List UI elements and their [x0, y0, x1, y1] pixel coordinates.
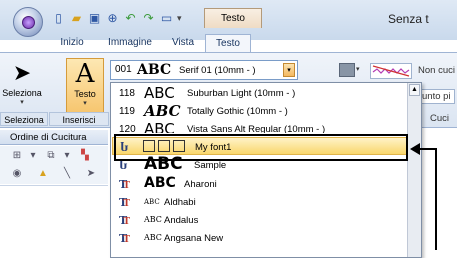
save-icon[interactable]: ▣ — [87, 11, 102, 26]
scroll-up-icon[interactable]: ▲ — [409, 84, 420, 96]
tab-label: Inizio — [60, 37, 84, 48]
color-icon[interactable]: ▚ — [78, 150, 92, 162]
font-select[interactable]: 001 ABC Serif 01 (10mm - ) ▾ — [110, 60, 298, 80]
font-sample: ABC — [144, 102, 181, 120]
font-number: 120 — [119, 124, 136, 133]
quick-access-toolbar: ▯ ▰ ▣ ⊕ ↶ ↷ ▭ ▾ — [51, 10, 183, 27]
font-sample: ABC — [137, 62, 172, 78]
list-item[interactable]: TT ABC Andalus — [112, 211, 407, 228]
group-label-inserisci: Inserisci — [49, 112, 109, 126]
chevron-down-icon[interactable]: ▾ — [356, 65, 360, 73]
truetype-icon: TT — [119, 196, 130, 209]
cursor-arrow-icon: ➤ — [12, 60, 32, 85]
stitch-type-icon[interactable] — [339, 63, 355, 77]
sort-icon[interactable]: ⊞ — [10, 150, 24, 162]
list-item[interactable]: TT ABC Aharoni — [112, 175, 407, 192]
testo-label: Testo — [74, 89, 96, 99]
font-sample: ABC — [144, 233, 162, 242]
customize-icon[interactable]: ▾ — [177, 11, 183, 26]
view-icon[interactable]: ▭ — [159, 11, 174, 26]
truetype-icon: TT — [119, 178, 130, 191]
font-dropdown-list[interactable]: 118 ABC Suburban Light (10mm - ) 119 ABC… — [110, 82, 422, 258]
list-item[interactable]: 119 ABC Totally Gothic (10mm - ) — [112, 102, 407, 120]
context-tab-label: Testo — [221, 13, 245, 24]
move-icon[interactable]: ⧉ — [44, 150, 58, 162]
non-cuci-label: Non cuci — [418, 65, 455, 76]
font-name: Aharoni — [184, 179, 217, 190]
punto-field[interactable]: unto pi — [418, 89, 455, 104]
chevron-down-icon: ▾ — [83, 100, 87, 107]
tab-label: Testo — [216, 38, 240, 49]
tab-inizio[interactable]: Inizio — [52, 34, 92, 53]
font-name: Totally Gothic (10mm - ) — [187, 106, 288, 117]
callout-line — [435, 150, 437, 250]
list-item[interactable]: TT ABC Angsana New — [112, 229, 407, 246]
chevron-down-icon[interactable]: ▾ — [60, 150, 74, 162]
font-name: Andalus — [164, 215, 199, 226]
tab-label: Immagine — [108, 37, 152, 48]
font-number: 118 — [119, 88, 135, 99]
dropdown-arrow-icon[interactable]: ▾ — [283, 63, 295, 77]
font-sample: ABC — [144, 215, 162, 224]
undo-icon[interactable]: ↶ — [123, 11, 138, 26]
app-menu-button[interactable] — [13, 7, 43, 37]
font-sample: ABC — [144, 84, 175, 102]
window-title: Senza t — [388, 12, 429, 26]
eye-icon[interactable]: ◉ — [10, 168, 24, 180]
tab-label: Vista — [171, 37, 195, 48]
group-label-seleziona: Seleziona — [0, 112, 48, 126]
list-item[interactable]: 120 ABC Vista Sans Alt Regular (10mm - ) — [112, 120, 407, 133]
new-icon[interactable]: ▯ — [51, 11, 66, 26]
tab-vista[interactable]: Vista — [164, 34, 202, 53]
list-item[interactable]: 118 ABC Suburban Light (10mm - ) — [112, 84, 407, 102]
text-a-icon: A — [75, 59, 95, 89]
font-sample: ABC — [144, 175, 176, 191]
font-name: Aldhabi — [164, 197, 196, 208]
truetype-icon: TT — [119, 214, 130, 227]
truetype-icon: TT — [119, 232, 130, 245]
font-name: Sample — [194, 160, 227, 171]
font-name: Serif 01 (10mm - ) — [179, 65, 256, 76]
tab-testo[interactable]: Testo — [205, 34, 251, 53]
cursor-arrow-icon[interactable]: ➤ — [84, 168, 98, 180]
cuci-label: Cuci — [430, 113, 450, 124]
app-logo-icon — [22, 16, 35, 29]
chevron-down-icon: ▾ — [20, 99, 24, 106]
list-item[interactable]: TT ABC Aldhabi — [112, 193, 407, 210]
font-number: 001 — [115, 64, 132, 75]
lock-icon[interactable]: ▲ — [36, 168, 50, 180]
font-sample: ABC — [144, 120, 175, 133]
panel-title: Ordine di Cucitura — [0, 130, 108, 145]
tab-immagine[interactable]: Immagine — [102, 34, 158, 53]
redo-icon[interactable]: ↷ — [141, 11, 156, 26]
seleziona-button[interactable]: ➤ Seleziona ▾ — [2, 58, 42, 116]
font-number: 119 — [119, 106, 135, 117]
font-name: Suburban Light (10mm - ) — [187, 88, 296, 99]
split-icon[interactable]: ╲ — [60, 168, 74, 180]
context-tab-testo: Testo — [204, 8, 262, 28]
font-sample: ABC — [144, 198, 160, 206]
callout-highlight-box — [114, 134, 408, 161]
zoom-icon[interactable]: ⊕ — [105, 11, 120, 26]
seleziona-label: Seleziona — [2, 88, 42, 98]
font-name: Vista Sans Alt Regular (10mm - ) — [187, 124, 326, 133]
ribbon-tab-row: Inizio Immagine Vista Testo — [0, 34, 457, 53]
testo-button[interactable]: A Testo ▾ — [66, 58, 104, 116]
scrollbar[interactable]: ▲ — [407, 83, 421, 257]
sewing-order-list[interactable] — [0, 185, 108, 258]
open-icon[interactable]: ▰ — [69, 11, 84, 26]
panel-toolbar: ⊞ ▾ ⧉ ▾ ▚ ◉ ▲ ╲ ➤ — [0, 146, 108, 184]
chevron-down-icon[interactable]: ▾ — [26, 150, 40, 162]
stitch-pattern-swatch[interactable] — [370, 63, 412, 79]
font-name: Angsana New — [164, 233, 224, 244]
